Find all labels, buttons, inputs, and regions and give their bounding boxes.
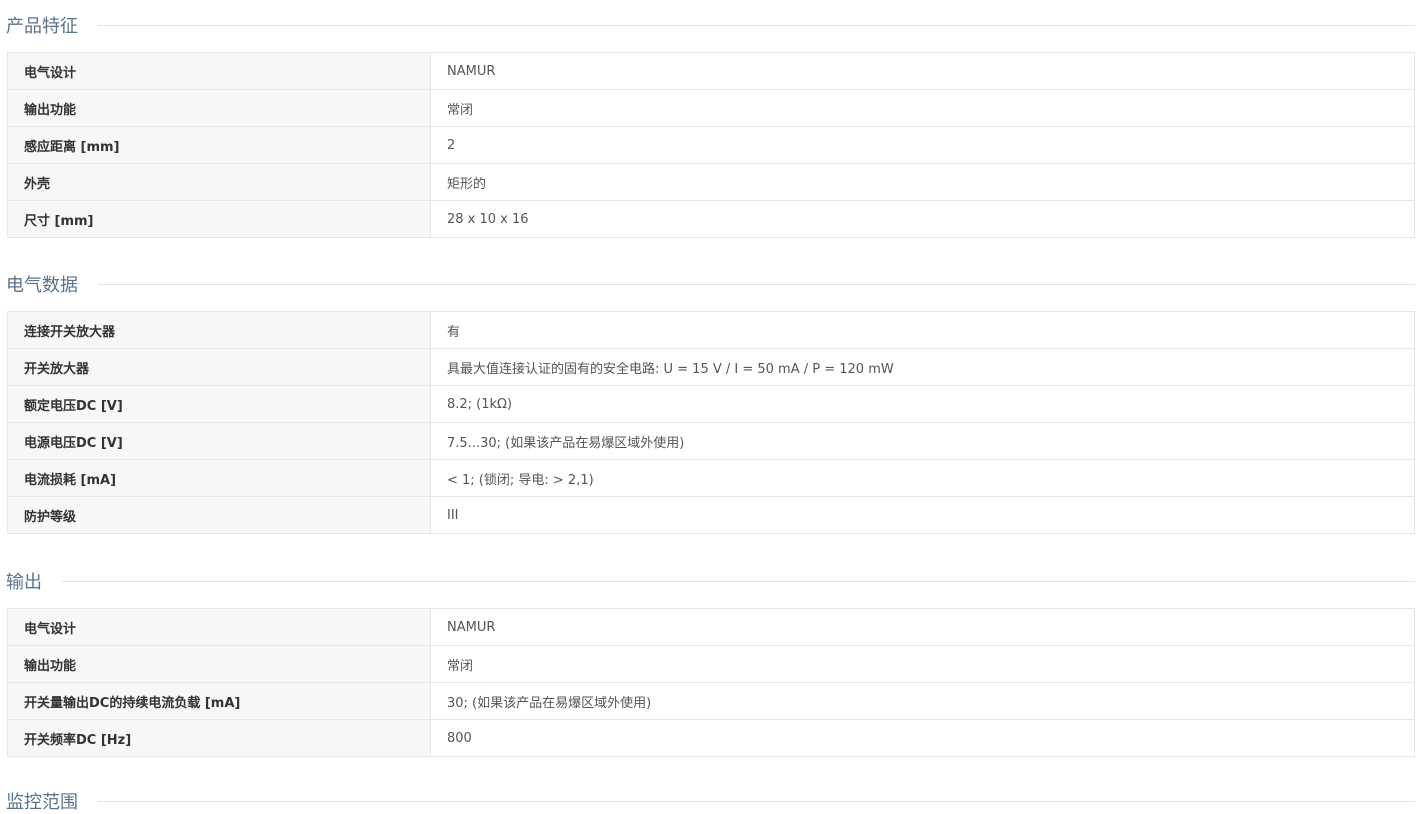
spec-value: 7.5...30; (如果该产品在易爆区域外使用) — [430, 422, 1415, 460]
table-row: 电气设计 NAMUR — [7, 52, 1415, 90]
section-header-product-features: 产品特征 — [6, 12, 1415, 38]
spec-label: 连接开关放大器 — [7, 311, 431, 349]
spec-value: NAMUR — [430, 52, 1415, 90]
section-divider — [98, 24, 1415, 26]
spec-value: III — [430, 496, 1415, 534]
section-title: 产品特征 — [6, 16, 78, 37]
spec-label: 输出功能 — [7, 89, 431, 127]
spec-table-output: 电气设计 NAMUR 输出功能 常闭 开关量输出DC的持续电流负载 [mA] 3… — [7, 608, 1415, 757]
spec-label: 额定电压DC [V] — [7, 385, 431, 423]
spec-label: 开关频率DC [Hz] — [7, 719, 431, 757]
table-row: 外壳 矩形的 — [7, 163, 1415, 201]
spec-label: 开关放大器 — [7, 348, 431, 386]
table-row: 开关放大器 具最大值连接认证的固有的安全电路: U = 15 V / I = 5… — [7, 348, 1415, 386]
spec-label: 电源电压DC [V] — [7, 422, 431, 460]
spec-label: 防护等级 — [7, 496, 431, 534]
section-header-electrical-data: 电气数据 — [6, 271, 1415, 297]
spec-label: 外壳 — [7, 163, 431, 201]
table-row: 电源电压DC [V] 7.5...30; (如果该产品在易爆区域外使用) — [7, 422, 1415, 460]
spec-value: 有 — [430, 311, 1415, 349]
spec-value: 800 — [430, 719, 1415, 757]
section-divider — [62, 580, 1415, 582]
spec-label: 电气设计 — [7, 608, 431, 646]
spec-label: 开关量输出DC的持续电流负载 [mA] — [7, 682, 431, 720]
table-row: 连接开关放大器 有 — [7, 311, 1415, 349]
spec-value: < 1; (锁闭; 导电: > 2,1) — [430, 459, 1415, 497]
spec-value: NAMUR — [430, 608, 1415, 646]
spec-table-electrical-data: 连接开关放大器 有 开关放大器 具最大值连接认证的固有的安全电路: U = 15… — [7, 311, 1415, 534]
table-row: 输出功能 常闭 — [7, 645, 1415, 683]
section-header-monitoring-range: 监控范围 — [6, 788, 1415, 814]
table-row: 尺寸 [mm] 28 x 10 x 16 — [7, 200, 1415, 238]
spec-value: 2 — [430, 126, 1415, 164]
table-row: 开关量输出DC的持续电流负载 [mA] 30; (如果该产品在易爆区域外使用) — [7, 682, 1415, 720]
spec-value: 8.2; (1kΩ) — [430, 385, 1415, 423]
spec-value: 具最大值连接认证的固有的安全电路: U = 15 V / I = 50 mA /… — [430, 348, 1415, 386]
section-divider — [98, 800, 1415, 802]
spec-label: 电流损耗 [mA] — [7, 459, 431, 497]
table-row: 电气设计 NAMUR — [7, 608, 1415, 646]
section-title: 监控范围 — [6, 792, 78, 813]
section-divider — [98, 283, 1415, 285]
table-row: 防护等级 III — [7, 496, 1415, 534]
table-row: 额定电压DC [V] 8.2; (1kΩ) — [7, 385, 1415, 423]
section-title: 输出 — [6, 572, 42, 593]
section-header-output: 输出 — [6, 568, 1415, 594]
spec-label: 电气设计 — [7, 52, 431, 90]
spec-table-product-features: 电气设计 NAMUR 输出功能 常闭 感应距离 [mm] 2 外壳 矩形的 尺寸… — [7, 52, 1415, 238]
section-title: 电气数据 — [6, 275, 78, 296]
spec-label: 感应距离 [mm] — [7, 126, 431, 164]
table-row: 感应距离 [mm] 2 — [7, 126, 1415, 164]
spec-value: 常闭 — [430, 645, 1415, 683]
table-row: 电流损耗 [mA] < 1; (锁闭; 导电: > 2,1) — [7, 459, 1415, 497]
spec-value: 矩形的 — [430, 163, 1415, 201]
spec-value: 常闭 — [430, 89, 1415, 127]
spec-value: 28 x 10 x 16 — [430, 200, 1415, 238]
table-row: 开关频率DC [Hz] 800 — [7, 719, 1415, 757]
table-row: 输出功能 常闭 — [7, 89, 1415, 127]
spec-label: 输出功能 — [7, 645, 431, 683]
spec-label: 尺寸 [mm] — [7, 200, 431, 238]
spec-value: 30; (如果该产品在易爆区域外使用) — [430, 682, 1415, 720]
